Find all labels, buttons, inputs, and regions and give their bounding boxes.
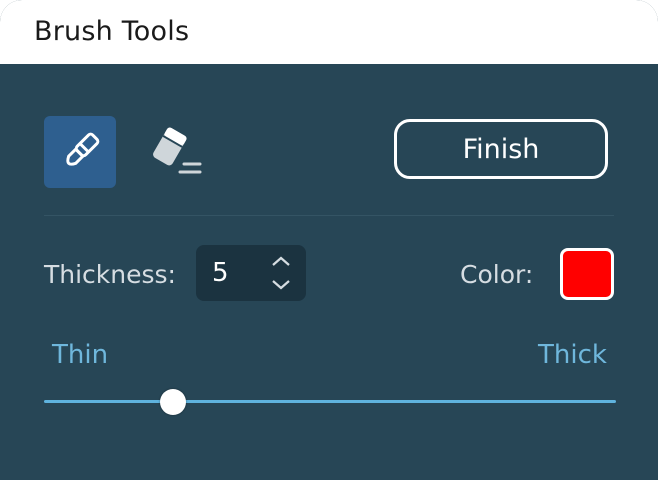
thickness-stepper[interactable]: 5 — [196, 245, 306, 301]
thickness-slider-thumb[interactable] — [159, 389, 186, 415]
color-label: Color: — [460, 260, 534, 289]
brush-icon — [66, 132, 100, 166]
thickness-label: Thickness: — [44, 260, 176, 289]
thickness-value[interactable]: 5 — [212, 258, 229, 288]
eraser-icon — [153, 127, 202, 174]
color-swatch[interactable] — [560, 248, 614, 300]
slider-max-label: Thick — [538, 340, 607, 370]
tool-panel: Finish Thickness: 5 Color: Thin Thick — [0, 64, 658, 480]
chevron-up-icon[interactable] — [270, 252, 292, 270]
finish-button[interactable]: Finish — [394, 119, 608, 179]
brush-tools-window: Brush Tools Finish Thickness: 5 Color: T… — [0, 0, 658, 480]
thickness-slider-track[interactable] — [44, 400, 616, 403]
chevron-down-icon[interactable] — [270, 276, 292, 294]
eraser-tool-button[interactable] — [140, 116, 212, 188]
brush-tool-button[interactable] — [44, 116, 116, 188]
title-bar: Brush Tools — [0, 0, 658, 64]
section-divider — [44, 215, 614, 216]
window-title: Brush Tools — [34, 16, 190, 47]
slider-min-label: Thin — [52, 340, 109, 370]
